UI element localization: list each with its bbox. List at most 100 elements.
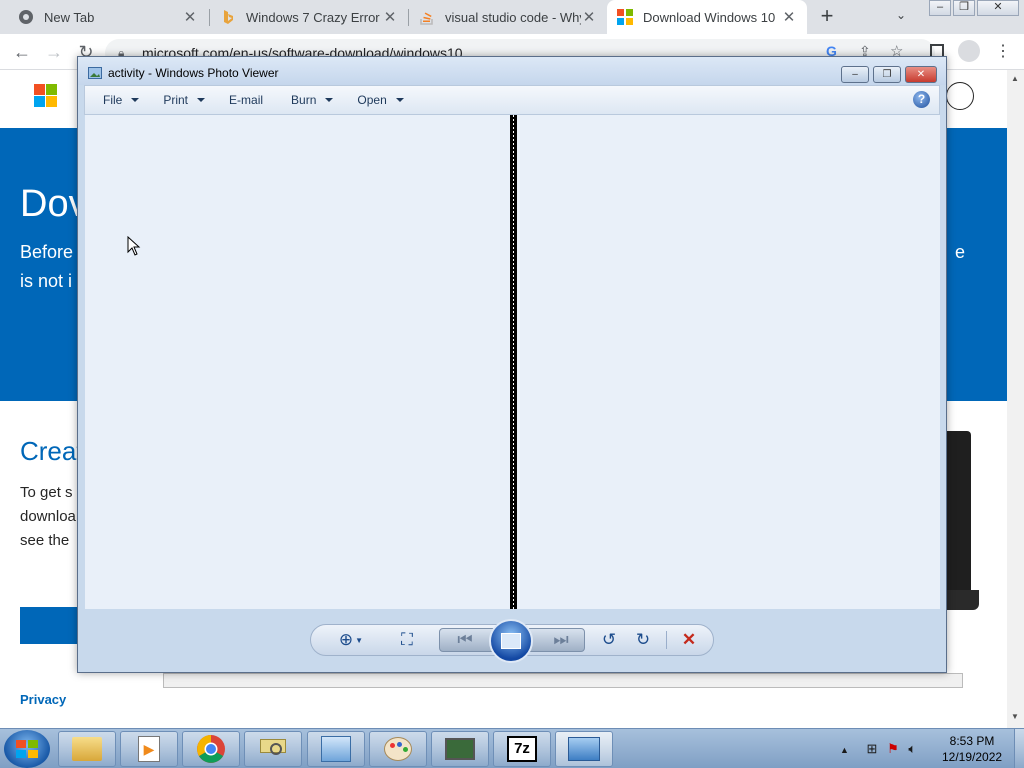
image-detail bbox=[513, 115, 514, 609]
close-tab-icon[interactable]: ✕ bbox=[182, 8, 198, 26]
tab-new-tab[interactable]: New Tab ✕ bbox=[8, 0, 208, 34]
taskbar-explorer[interactable] bbox=[58, 731, 116, 767]
menu-email[interactable]: E-mail bbox=[217, 86, 275, 114]
photo-viewer-titlebar[interactable]: activity - Windows Photo Viewer – ❐ ✕ bbox=[78, 57, 946, 85]
account-icon[interactable] bbox=[946, 82, 974, 110]
paint-icon bbox=[384, 737, 412, 761]
dialog-behind bbox=[163, 673, 963, 688]
update-now-button[interactable] bbox=[20, 607, 80, 644]
chevron-down-icon bbox=[325, 98, 334, 102]
system-tray: ▲ ⊞ ⚑ 🔈︎ bbox=[840, 741, 916, 757]
close-tab-icon[interactable]: ✕ bbox=[781, 8, 797, 26]
photo-viewer-icon bbox=[568, 737, 600, 761]
taskbar-search-tool[interactable] bbox=[244, 731, 302, 767]
new-tab-button[interactable]: + bbox=[816, 5, 838, 27]
next-icon[interactable]: ⏭ bbox=[547, 625, 575, 655]
menu-burn[interactable]: Burn bbox=[275, 86, 345, 114]
photo-display-area bbox=[85, 115, 940, 609]
menu-label: Burn bbox=[291, 93, 317, 107]
chevron-down-icon bbox=[197, 98, 206, 102]
rotate-counterclockwise-icon[interactable]: ↺ bbox=[595, 625, 623, 655]
volume-icon[interactable]: 🔈︎ bbox=[908, 741, 916, 756]
tab-strip: New Tab ✕ Windows 7 Crazy Error on ✕ vis… bbox=[0, 0, 1024, 34]
tab-title: Windows 7 Crazy Error on bbox=[246, 9, 382, 25]
search-tool-icon bbox=[258, 737, 288, 761]
taskbar-photo-viewer[interactable] bbox=[555, 731, 613, 767]
menu-file[interactable]: File bbox=[85, 86, 151, 114]
taskbar: ▶ 7z ▲ ⊞ ⚑ 🔈︎ 8:53 PM 12/19/2022 bbox=[0, 728, 1024, 768]
show-hidden-icons-icon[interactable]: ▲ bbox=[840, 745, 849, 755]
tab-windows7-error[interactable]: Windows 7 Crazy Error on ✕ bbox=[210, 0, 408, 34]
7zip-icon: 7z bbox=[507, 736, 537, 762]
remote-desktop-icon bbox=[445, 738, 475, 760]
tab-download-windows10[interactable]: Download Windows 10 ✕ bbox=[607, 0, 807, 34]
tab-title: Download Windows 10 bbox=[643, 9, 776, 25]
privacy-link[interactable]: Privacy bbox=[20, 692, 66, 707]
forward-arrow-icon[interactable]: → bbox=[42, 40, 66, 64]
taskbar-media-player[interactable]: ▶ bbox=[120, 731, 178, 767]
playback-controls: ⊕ ▼ ⛶ ⏮ ⏭ ↺ ↻ ✕ bbox=[310, 619, 714, 663]
taskbar-7zip[interactable]: 7z bbox=[493, 731, 551, 767]
rotate-clockwise-icon[interactable]: ↻ bbox=[629, 625, 657, 655]
mouse-cursor-icon bbox=[127, 236, 141, 256]
taskbar-control-panel[interactable] bbox=[307, 731, 365, 767]
back-arrow-icon[interactable]: ← bbox=[10, 40, 34, 64]
maximize-button[interactable]: ❐ bbox=[873, 66, 901, 83]
slideshow-button[interactable] bbox=[489, 619, 533, 663]
media-player-icon: ▶ bbox=[138, 736, 160, 762]
profile-avatar-icon[interactable] bbox=[958, 40, 980, 62]
close-button[interactable]: ✕ bbox=[977, 0, 1019, 16]
body-line1: To get s bbox=[20, 484, 73, 501]
scroll-down-icon[interactable]: ▼ bbox=[1011, 712, 1019, 721]
bing-icon bbox=[224, 10, 233, 24]
photo-viewer-title: activity - Windows Photo Viewer bbox=[108, 66, 279, 80]
taskbar-clock[interactable]: 8:53 PM 12/19/2022 bbox=[942, 733, 1002, 765]
banner-right-text: e bbox=[955, 242, 966, 262]
chevron-down-icon bbox=[131, 98, 140, 102]
taskbar-chrome[interactable] bbox=[182, 731, 240, 767]
actual-size-icon[interactable]: ⛶ bbox=[393, 625, 421, 655]
banner-line2: is not i bbox=[20, 271, 73, 291]
photo-viewer-menubar: File Print E-mail Burn Open ? bbox=[84, 85, 940, 115]
device-stand bbox=[947, 590, 979, 610]
tab-search-chevron-icon[interactable]: ⌄ bbox=[896, 8, 906, 22]
network-icon[interactable]: ⊞ bbox=[867, 741, 878, 756]
maximize-button[interactable]: ❐ bbox=[953, 0, 975, 16]
start-button[interactable] bbox=[4, 730, 50, 768]
explorer-icon bbox=[72, 737, 102, 761]
close-button[interactable]: ✕ bbox=[905, 66, 937, 83]
action-center-icon[interactable]: ⚑ bbox=[887, 741, 899, 756]
control-divider bbox=[666, 631, 667, 649]
photo-viewer-app-icon bbox=[88, 67, 102, 79]
menu-open[interactable]: Open bbox=[345, 86, 415, 114]
close-tab-icon[interactable]: ✕ bbox=[581, 8, 597, 26]
close-tab-icon[interactable]: ✕ bbox=[382, 8, 398, 26]
microsoft-icon bbox=[617, 9, 633, 25]
tab-stackoverflow[interactable]: visual studio code - Why ✕ bbox=[409, 0, 607, 34]
chrome-icon bbox=[197, 735, 225, 763]
body-line2: downloa bbox=[20, 508, 76, 525]
help-icon[interactable]: ? bbox=[913, 91, 930, 108]
tab-title: visual studio code - Why bbox=[445, 9, 581, 25]
stackoverflow-icon bbox=[420, 12, 433, 25]
previous-icon[interactable]: ⏮ bbox=[451, 625, 479, 655]
minimize-button[interactable]: – bbox=[929, 0, 951, 16]
minimize-button[interactable]: – bbox=[841, 66, 869, 83]
taskbar-paint[interactable] bbox=[369, 731, 427, 767]
chrome-icon bbox=[19, 10, 33, 24]
delete-icon[interactable]: ✕ bbox=[675, 625, 703, 655]
windows-logo-icon bbox=[16, 740, 38, 758]
menu-label: Open bbox=[357, 93, 387, 107]
scroll-up-icon[interactable]: ▲ bbox=[1011, 74, 1019, 83]
microsoft-logo-icon[interactable] bbox=[34, 84, 57, 107]
zoom-icon[interactable]: ⊕ ▼ bbox=[337, 625, 365, 655]
page-scrollbar[interactable]: ▲ ▼ bbox=[1007, 70, 1024, 728]
displayed-image bbox=[510, 115, 517, 609]
menu-print[interactable]: Print bbox=[151, 86, 217, 114]
chevron-down-icon bbox=[395, 98, 404, 102]
menu-kebab-icon[interactable]: ⋮ bbox=[995, 41, 1011, 61]
menu-label: File bbox=[103, 93, 123, 107]
show-desktop-button[interactable] bbox=[1014, 729, 1024, 768]
taskbar-remote-desktop[interactable] bbox=[431, 731, 489, 767]
body-line3: see the bbox=[20, 532, 70, 549]
